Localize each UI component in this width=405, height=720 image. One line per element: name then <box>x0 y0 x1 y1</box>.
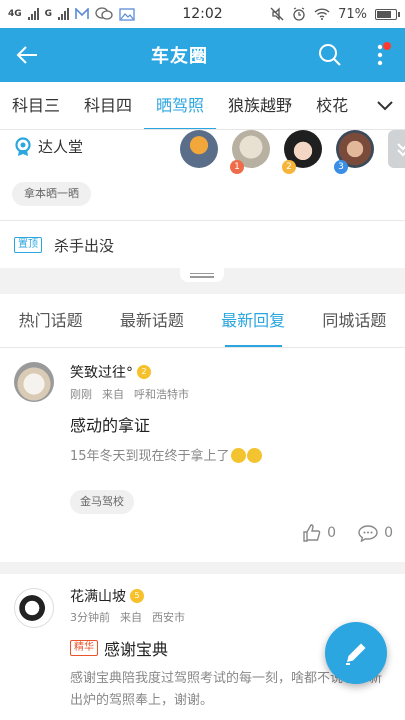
post-meta: 3分钟前 来自 西安市 <box>70 609 195 625</box>
post-title: 感谢宝典 <box>104 640 169 659</box>
user-name[interactable]: 笑致过往° <box>70 362 133 382</box>
status-bar: 4G G 12:02 71% <box>0 0 405 28</box>
comment-count: 0 <box>384 525 393 541</box>
level-badge: 5 <box>130 589 144 603</box>
divider <box>0 220 405 221</box>
rank-badge: 2 <box>282 160 296 174</box>
post-separator <box>0 562 405 574</box>
emoji-icon <box>246 448 262 463</box>
hall-of-fame: 达人堂 1 2 3 拿本晒一晒 <box>0 130 405 216</box>
user-avatar[interactable] <box>14 362 54 402</box>
post-title: 感动的拿证 <box>70 416 151 435</box>
wifi-icon <box>314 8 330 20</box>
mute-icon <box>270 7 284 21</box>
expert-avatar[interactable]: 2 <box>282 130 322 174</box>
comment-button[interactable]: 0 <box>358 524 393 542</box>
post-from: 来自 <box>120 611 142 624</box>
pencil-icon <box>346 643 366 665</box>
gallery-icon <box>119 7 135 21</box>
user-name[interactable]: 花满山坡 <box>70 586 126 606</box>
page-title: 车友圈 <box>151 46 208 67</box>
category-tab[interactable]: 科目四 <box>72 82 144 129</box>
category-tabs: 科目三 科目四 晒驾照 狼族越野 校花 <box>0 82 405 130</box>
like-button[interactable]: 0 <box>303 524 336 542</box>
double-chevron-down-icon <box>397 143 405 157</box>
category-tab-active[interactable]: 晒驾照 <box>144 82 217 129</box>
topic-tab-active[interactable]: 最新回复 <box>203 294 304 347</box>
battery-icon <box>375 8 400 20</box>
mail-icon <box>75 8 89 19</box>
expert-avatars: 1 2 3 <box>180 130 405 174</box>
post-time: 3分钟前 <box>70 611 110 624</box>
search-icon <box>319 44 341 66</box>
share-license-chip[interactable]: 拿本晒一晒 <box>12 182 91 206</box>
back-button[interactable] <box>0 28 54 82</box>
post-city: 呼和浩特市 <box>134 388 189 401</box>
expand-tabs-button[interactable] <box>365 82 405 129</box>
network-label: 4G <box>8 9 22 19</box>
user-avatar[interactable] <box>14 588 54 628</box>
topic-tab[interactable]: 同城话题 <box>304 294 405 347</box>
pinned-badge: 置顶 <box>14 237 42 253</box>
category-tab[interactable]: 狼族越野 <box>216 82 304 129</box>
hall-link[interactable]: 达人堂 <box>14 136 83 157</box>
pinned-title: 杀手出没 <box>54 236 115 255</box>
more-vertical-icon <box>377 44 383 66</box>
post-body-row: 15年冬天到现在终于拿上了 <box>70 446 391 468</box>
topic-tab[interactable]: 最新话题 <box>101 294 202 347</box>
post-body: 15年冬天到现在终于拿上了 <box>70 449 230 464</box>
collapse-handle[interactable] <box>180 268 224 282</box>
signal2-icon <box>58 8 70 20</box>
school-tag[interactable]: 金马驾校 <box>70 490 134 514</box>
comment-icon <box>358 525 378 542</box>
rank-badge: 3 <box>334 160 348 174</box>
pinned-post[interactable]: 置顶 杀手出没 <box>0 222 405 268</box>
post-card[interactable]: 笑致过往° 2 刚刚 来自 呼和浩特市 感动的拿证 15年冬天到现在终于拿上了 金马… <box>0 348 405 562</box>
chevron-down-icon <box>377 101 393 111</box>
more-button[interactable] <box>355 28 405 82</box>
hall-label: 达人堂 <box>38 138 84 156</box>
alarm-icon <box>293 7 305 21</box>
expert-avatar[interactable]: 1 <box>230 130 270 174</box>
post-meta: 刚刚 来自 呼和浩特市 <box>70 386 199 402</box>
emoji-icon <box>230 448 246 463</box>
back-arrow-icon <box>16 46 37 64</box>
expert-avatar[interactable]: 3 <box>334 130 374 174</box>
carrier2-label: G <box>44 9 53 19</box>
signal-icon <box>27 8 39 20</box>
category-tab[interactable]: 校花 <box>304 82 360 129</box>
rank-badge: 1 <box>230 160 244 174</box>
level-badge: 2 <box>137 365 151 379</box>
featured-badge: 精华 <box>70 640 98 656</box>
post-city: 西安市 <box>152 611 185 624</box>
post-from: 来自 <box>102 388 124 401</box>
search-button[interactable] <box>305 28 355 82</box>
compose-button[interactable] <box>325 622 387 684</box>
app-bar: 车友圈 <box>0 28 405 82</box>
expert-avatar[interactable] <box>180 130 218 168</box>
wechat-icon <box>95 7 113 20</box>
category-tab[interactable]: 科目三 <box>0 82 72 129</box>
battery-percent: 71% <box>338 6 367 22</box>
thumbs-up-icon <box>303 524 321 542</box>
like-count: 0 <box>327 525 337 541</box>
post-time: 刚刚 <box>70 388 92 401</box>
topic-tab[interactable]: 热门话题 <box>0 294 101 347</box>
more-experts-button[interactable] <box>388 130 405 168</box>
notification-dot <box>383 42 391 50</box>
medal-icon <box>15 136 31 156</box>
topic-tabs: 热门话题 最新话题 最新回复 同城话题 <box>0 294 405 348</box>
